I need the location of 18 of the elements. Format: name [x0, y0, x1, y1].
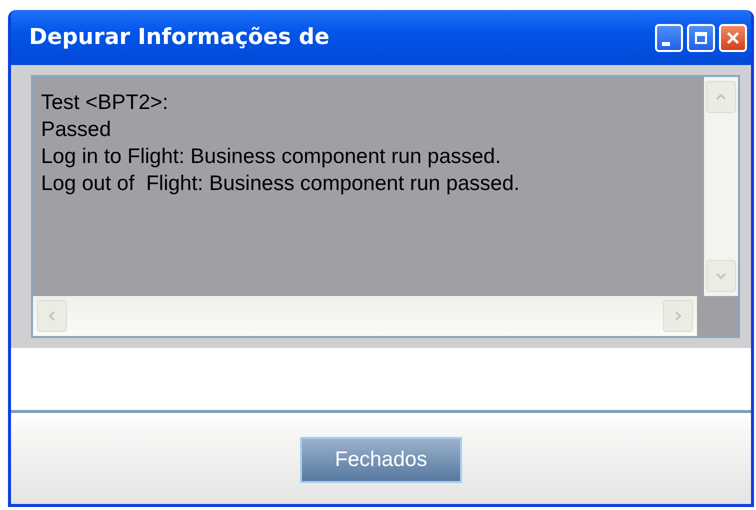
vertical-scrollbar[interactable]	[704, 77, 738, 296]
scroll-down-button[interactable]	[706, 260, 736, 292]
scroll-left-button[interactable]	[37, 300, 67, 332]
scroll-right-button[interactable]	[663, 300, 693, 332]
close-button[interactable]	[719, 24, 747, 52]
minimize-icon	[662, 42, 670, 46]
log-line: Passed	[41, 117, 112, 143]
log-line: Log in to Flight: Business component run passed.	[41, 144, 502, 170]
maximize-button[interactable]	[687, 24, 715, 52]
minimize-button[interactable]	[655, 24, 683, 52]
log-line: Test <BPT2>:	[41, 90, 170, 116]
log-line: Log out of Flight: Business component run passed.	[41, 171, 521, 197]
horizontal-scrollbar[interactable]	[33, 296, 697, 336]
close-icon	[726, 30, 740, 44]
log-text-area[interactable]: Test <BPT2>: Passed Log in to Flight: Business component run passed. Log out of Flight: Business component run passed.	[31, 75, 740, 338]
window-title: Depurar Informações de	[29, 25, 330, 50]
maximize-icon	[694, 30, 708, 44]
scroll-up-button[interactable]	[706, 81, 736, 113]
